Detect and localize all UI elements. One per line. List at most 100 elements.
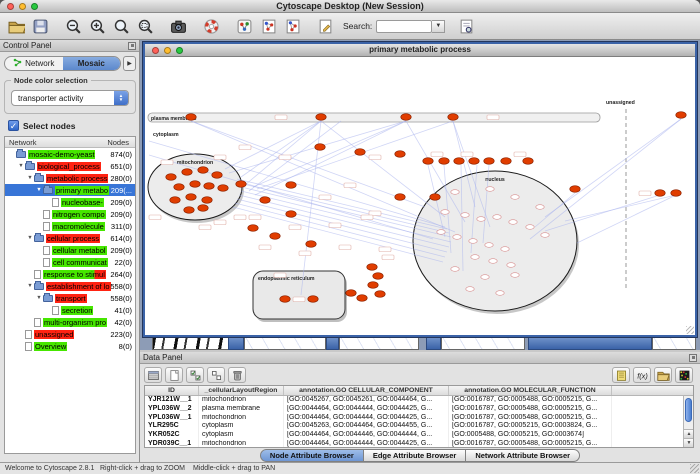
save-icon[interactable] [28, 15, 52, 37]
search-dropdown-button[interactable]: ▼ [432, 20, 445, 33]
tab-mosaic[interactable]: Mosaic [63, 57, 121, 70]
background-window-bar[interactable] [326, 337, 339, 350]
node-label-chip[interactable] [431, 152, 443, 157]
zoom-in-icon[interactable] [85, 15, 109, 37]
table-row[interactable]: YKR052Ccytoplasm[GO:0044464, GO:0044446,… [145, 431, 693, 440]
table-cell[interactable]: cytoplasm [199, 431, 284, 440]
network-node-small[interactable] [496, 291, 504, 296]
network-node-small[interactable] [471, 255, 479, 260]
table-cell[interactable]: [GO:0044464, GO:0044446, GO:0044444, G..… [284, 431, 449, 440]
network-node[interactable] [286, 211, 296, 218]
network-node-small[interactable] [451, 267, 459, 272]
region-plasma-membrane[interactable] [148, 113, 600, 122]
network-node[interactable] [484, 158, 494, 165]
network-node[interactable] [198, 167, 208, 174]
background-window[interactable] [441, 337, 525, 350]
table-cell[interactable]: mitochondrion [199, 440, 284, 448]
node-label-chip[interactable] [299, 251, 311, 256]
network-node-small[interactable] [511, 195, 519, 200]
node-label-chip[interactable] [239, 145, 251, 150]
table-cell[interactable]: cytoplasm [199, 422, 284, 431]
tree-row-nucleobase-[interactable]: nucleobase-209(0) [5, 196, 135, 208]
table-cell[interactable]: mitochondrion [199, 414, 284, 423]
expander-icon[interactable]: ▼ [17, 163, 25, 169]
node-label-chip[interactable] [259, 245, 271, 250]
network-node[interactable] [316, 114, 326, 121]
tree-row-secretion[interactable]: secretion41(0) [5, 304, 135, 316]
network-node-small[interactable] [466, 287, 474, 292]
tab-edge-attribute-browser[interactable]: Edge Attribute Browser [364, 449, 466, 462]
select-attributes-icon[interactable] [186, 367, 204, 383]
node-label-chip[interactable] [514, 152, 526, 157]
node-label-chip[interactable] [214, 155, 226, 160]
node-label-chip[interactable] [329, 223, 341, 228]
import-notes-icon[interactable] [612, 367, 630, 383]
network-edge[interactable] [530, 119, 681, 239]
table-cell[interactable]: YPL036W__1 [145, 414, 199, 423]
network-edge[interactable] [237, 179, 447, 229]
vizmapper-icon[interactable] [232, 15, 256, 37]
node-label-chip[interactable] [461, 152, 473, 157]
table-cell[interactable]: [GO:0045267, GO:0045261, GO:0044464, G..… [284, 396, 449, 405]
zoom-selected-icon[interactable] [133, 15, 157, 37]
node-label-chip[interactable] [199, 225, 211, 230]
node-label-chip[interactable] [487, 115, 499, 120]
node-label-chip[interactable] [344, 183, 356, 188]
network-node-small[interactable] [481, 275, 489, 280]
network-node[interactable] [306, 241, 316, 248]
table-cell[interactable]: [GO:0044464, GO:0044444, GO:0044425, G..… [284, 405, 449, 414]
heatmap-icon[interactable] [675, 367, 693, 383]
network-node[interactable] [186, 114, 196, 121]
network-edge[interactable] [239, 183, 449, 233]
network-node[interactable] [204, 183, 214, 190]
network-node[interactable] [454, 158, 464, 165]
tree-row-biological-process[interactable]: ▼biological_process651(0) [5, 160, 135, 172]
network-node[interactable] [368, 282, 378, 289]
network-node-small[interactable] [493, 215, 501, 220]
network-node-small[interactable] [501, 247, 509, 252]
tree-row-mosaic-demo-yeast[interactable]: mosaic-demo-yeast874(0) [5, 148, 135, 160]
tree-row-cellular-metabol[interactable]: cellular metabol209(0) [5, 244, 135, 256]
tree-row-primary-metabo[interactable]: ▼primary metabo209(... [5, 184, 135, 196]
network-node[interactable] [248, 225, 258, 232]
network-node[interactable] [357, 295, 367, 302]
network-node-small[interactable] [477, 217, 485, 222]
table-row[interactable]: YDR039C__1mitochondrion[GO:0044464, GO:0… [145, 440, 693, 448]
network-node-small[interactable] [526, 225, 534, 230]
network-node[interactable] [395, 194, 405, 201]
tree-row-overview[interactable]: Overview8(0) [5, 340, 135, 352]
layout-a-icon[interactable] [256, 15, 280, 37]
network-node[interactable] [184, 207, 194, 214]
tree-row-multi-organism-pro[interactable]: multi-organism pro42(0) [5, 316, 135, 328]
column-header[interactable]: annotation.GO CELLULAR_COMPONENT [284, 386, 449, 395]
table-cell[interactable]: [GO:0016787, GO:0005488, GO:0005215, G..… [449, 414, 612, 423]
network-node[interactable] [286, 182, 296, 189]
network-node-small[interactable] [489, 259, 497, 264]
table-cell[interactable]: plasma membrane [199, 405, 284, 414]
select-nodes-checkbox[interactable]: ✓ [8, 120, 19, 131]
table-cell[interactable]: [GO:0016787, GO:0005488, GO:0005215, G..… [449, 396, 612, 405]
node-label-chip[interactable] [214, 220, 226, 225]
network-node[interactable] [395, 151, 405, 158]
table-cell[interactable]: YJR121W__1 [145, 396, 199, 405]
network-node-small[interactable] [511, 273, 519, 278]
network-node-small[interactable] [509, 220, 517, 225]
node-label-chip[interactable] [293, 297, 305, 302]
unselect-attributes-icon[interactable] [207, 367, 225, 383]
node-label-chip[interactable] [274, 273, 286, 278]
node-label-chip[interactable] [149, 215, 161, 220]
network-node[interactable] [676, 112, 686, 119]
search-options-icon[interactable] [313, 15, 337, 37]
network-node[interactable] [280, 296, 290, 303]
network-node-small[interactable] [441, 210, 449, 215]
network-edge[interactable] [565, 195, 676, 221]
table-cell[interactable]: [GO:0016787, GO:0005215, GO:0003824, G..… [449, 422, 612, 431]
table-row[interactable]: YPL036W__1mitochondrion[GO:0044464, GO:0… [145, 414, 693, 423]
table-cell[interactable]: YKR052C [145, 431, 199, 440]
table-cell[interactable]: [GO:0044464, GO:0044444, GO:0044425, G..… [284, 414, 449, 423]
network-node[interactable] [367, 264, 377, 271]
expander-icon[interactable]: ▼ [35, 187, 43, 193]
network-node[interactable] [190, 181, 200, 188]
scroll-up-button[interactable]: ▲ [684, 429, 694, 438]
tree-row-metabolic-process[interactable]: ▼metabolic process280(0) [5, 172, 135, 184]
